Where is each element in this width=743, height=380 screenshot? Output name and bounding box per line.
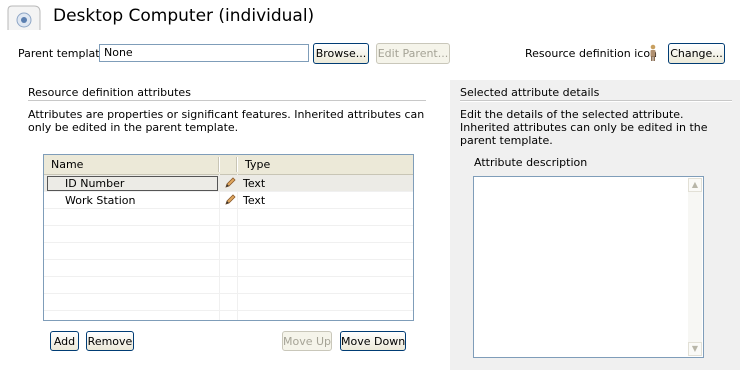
move-up-button[interactable]: Move Up bbox=[282, 331, 332, 351]
details-separator bbox=[460, 100, 732, 102]
attributes-table[interactable]: Name Type ID Number Text Work Station Te… bbox=[43, 154, 414, 321]
attribute-description-label: Attribute description bbox=[474, 156, 588, 169]
resource-icon-label: Resource definition icon bbox=[525, 47, 658, 60]
change-icon-button[interactable]: Change... bbox=[668, 43, 725, 64]
attributes-section-title: Resource definition attributes bbox=[28, 86, 191, 99]
table-row-empty bbox=[44, 294, 413, 311]
add-button[interactable]: Add bbox=[50, 331, 79, 351]
table-row-empty bbox=[44, 277, 413, 294]
parent-template-field[interactable]: None bbox=[99, 44, 309, 62]
column-header-name[interactable]: Name bbox=[44, 155, 219, 174]
attribute-type: Text bbox=[243, 177, 266, 190]
table-header: Name Type bbox=[44, 155, 413, 175]
attributes-description: Attributes are properties or significant… bbox=[28, 108, 425, 134]
table-row[interactable]: Work Station Text bbox=[44, 192, 413, 209]
parent-template-label: Parent template bbox=[18, 47, 107, 60]
attribute-name: Work Station bbox=[65, 194, 136, 207]
move-down-button[interactable]: Move Down bbox=[340, 331, 406, 351]
browse-button[interactable]: Browse... bbox=[313, 43, 369, 64]
column-divider bbox=[218, 157, 220, 172]
resource-template-icon bbox=[6, 4, 44, 32]
remove-button[interactable]: Remove bbox=[86, 331, 134, 351]
attribute-description-field[interactable]: ▲ ▼ bbox=[473, 176, 704, 358]
edit-parent-button[interactable]: Edit Parent... bbox=[376, 43, 450, 64]
attribute-name: ID Number bbox=[65, 177, 125, 190]
details-description: Edit the details of the selected attribu… bbox=[460, 108, 708, 147]
attributes-separator bbox=[28, 100, 426, 102]
scroll-up-icon[interactable]: ▲ bbox=[688, 178, 702, 192]
table-row-empty bbox=[44, 260, 413, 277]
table-row[interactable]: ID Number Text bbox=[44, 175, 413, 192]
table-row-empty bbox=[44, 243, 413, 260]
scroll-down-icon[interactable]: ▼ bbox=[688, 342, 702, 356]
table-row-empty bbox=[44, 209, 413, 226]
page-title: Desktop Computer (individual) bbox=[53, 6, 315, 26]
attribute-type: Text bbox=[243, 194, 266, 207]
table-row-empty bbox=[44, 226, 413, 243]
details-section-title: Selected attribute details bbox=[460, 86, 600, 99]
person-icon bbox=[648, 44, 658, 62]
vertical-scrollbar[interactable]: ▲ ▼ bbox=[688, 178, 702, 356]
column-header-type[interactable]: Type bbox=[238, 155, 413, 174]
